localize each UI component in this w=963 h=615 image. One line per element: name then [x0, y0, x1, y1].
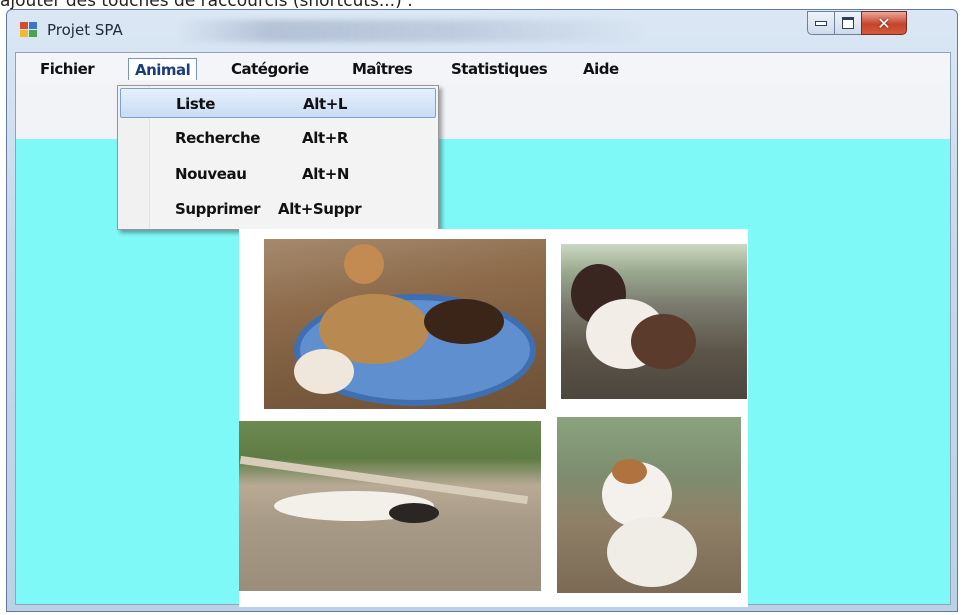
- photo-brown-white-dog: [561, 244, 747, 399]
- menu-item-label: Recherche: [175, 129, 261, 147]
- window-title: Projet SPA: [47, 21, 123, 39]
- menu-item-shortcut: Alt+L: [303, 95, 348, 113]
- document-caption: ajouter des touches de raccourcis (short…: [0, 0, 413, 11]
- menu-item-label: Liste: [176, 95, 215, 113]
- menu-categorie[interactable]: Catégorie: [231, 58, 309, 80]
- menu-fichier[interactable]: Fichier: [40, 58, 95, 80]
- animal-photo-collage: [239, 229, 748, 607]
- menu-maitres[interactable]: Maîtres: [352, 58, 413, 80]
- menu-item-nouveau[interactable]: Nouveau Alt+N: [120, 159, 436, 189]
- menu-bar: Fichier Animal Catégorie Maîtres Statist…: [16, 53, 950, 81]
- menu-item-supprimer[interactable]: Supprimer Alt+Suppr: [120, 194, 436, 224]
- maximize-button[interactable]: [834, 11, 862, 35]
- menu-item-shortcut: Alt+Suppr: [278, 200, 362, 218]
- menu-item-shortcut: Alt+N: [302, 165, 350, 183]
- menu-item-shortcut: Alt+R: [302, 129, 349, 147]
- menu-statistiques[interactable]: Statistiques: [451, 58, 548, 80]
- animal-dropdown-menu: Liste Alt+L Recherche Alt+R Nouveau Alt+…: [117, 85, 439, 230]
- photo-terrier: [557, 417, 741, 593]
- menu-aide[interactable]: Aide: [583, 58, 619, 80]
- blurred-background-text: [177, 20, 647, 42]
- title-bar[interactable]: Projet SPA ✕: [7, 10, 957, 52]
- maximize-icon: [842, 17, 854, 29]
- menu-item-label: Nouveau: [175, 165, 247, 183]
- close-button[interactable]: ✕: [861, 11, 907, 35]
- minimize-icon: [815, 20, 827, 26]
- minimize-button[interactable]: [807, 11, 835, 35]
- menu-item-liste[interactable]: Liste Alt+L: [120, 88, 436, 118]
- menu-animal[interactable]: Animal: [128, 58, 198, 80]
- app-icon: [20, 22, 38, 38]
- menu-item-recherche[interactable]: Recherche Alt+R: [120, 123, 436, 153]
- photo-puppies-basin: [264, 239, 546, 409]
- menu-item-label: Supprimer: [175, 200, 261, 218]
- photo-cat-patio: [239, 421, 541, 591]
- close-icon: ✕: [877, 13, 891, 33]
